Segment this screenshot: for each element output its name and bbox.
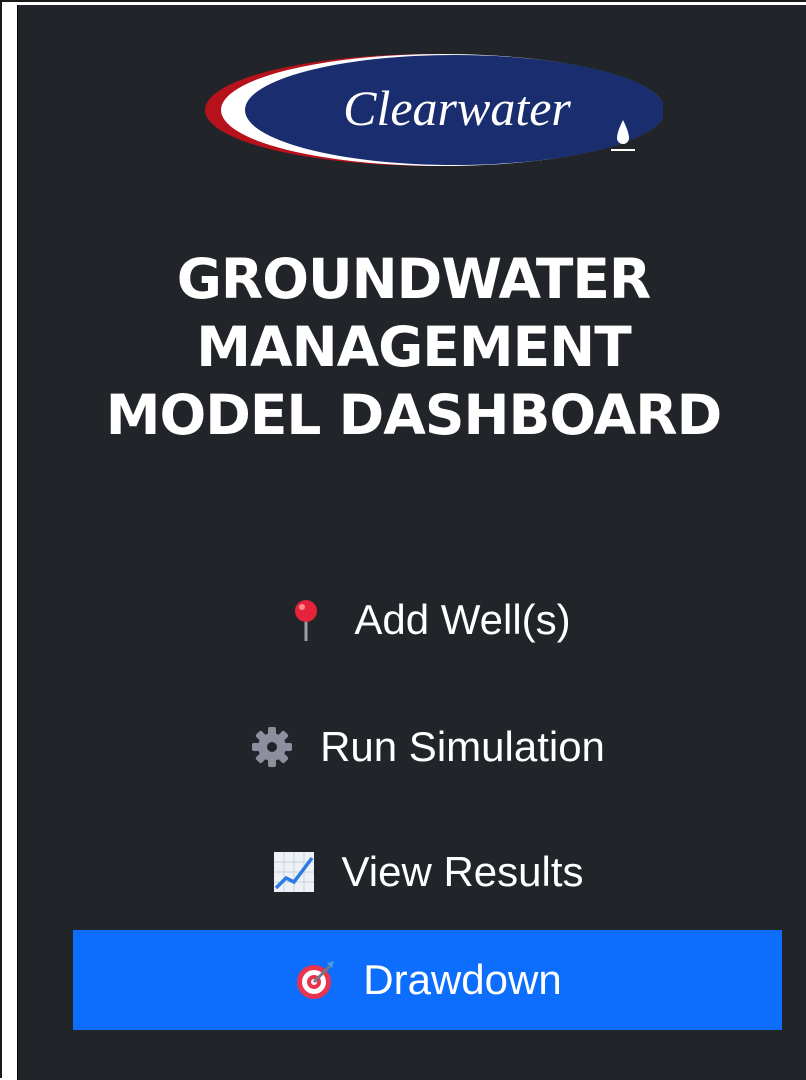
nav-item-label: Run Simulation — [320, 723, 605, 770]
nav-item-view-results[interactable]: View Results — [73, 822, 782, 922]
sidebar: Clearwater GROUNDWATER MANAGEMENT MODEL … — [17, 5, 806, 1080]
nav-item-label: Add Well(s) — [354, 596, 571, 643]
nav-item-label: Drawdown — [363, 956, 562, 1003]
target-icon — [293, 958, 337, 1002]
nav-item-add-wells[interactable]: Add Well(s) — [73, 570, 782, 670]
sidebar-nav: Add Well(s) Run Simulation View Results … — [18, 5, 806, 1080]
chart-increasing-icon — [272, 850, 316, 894]
app-frame: Clearwater GROUNDWATER MANAGEMENT MODEL … — [0, 0, 806, 1080]
pushpin-icon — [284, 598, 328, 642]
nav-item-run-simulation[interactable]: Run Simulation — [73, 697, 782, 797]
nav-item-label: View Results — [341, 848, 584, 895]
gear-icon — [250, 725, 294, 769]
nav-item-drawdown[interactable]: Drawdown — [73, 930, 782, 1030]
